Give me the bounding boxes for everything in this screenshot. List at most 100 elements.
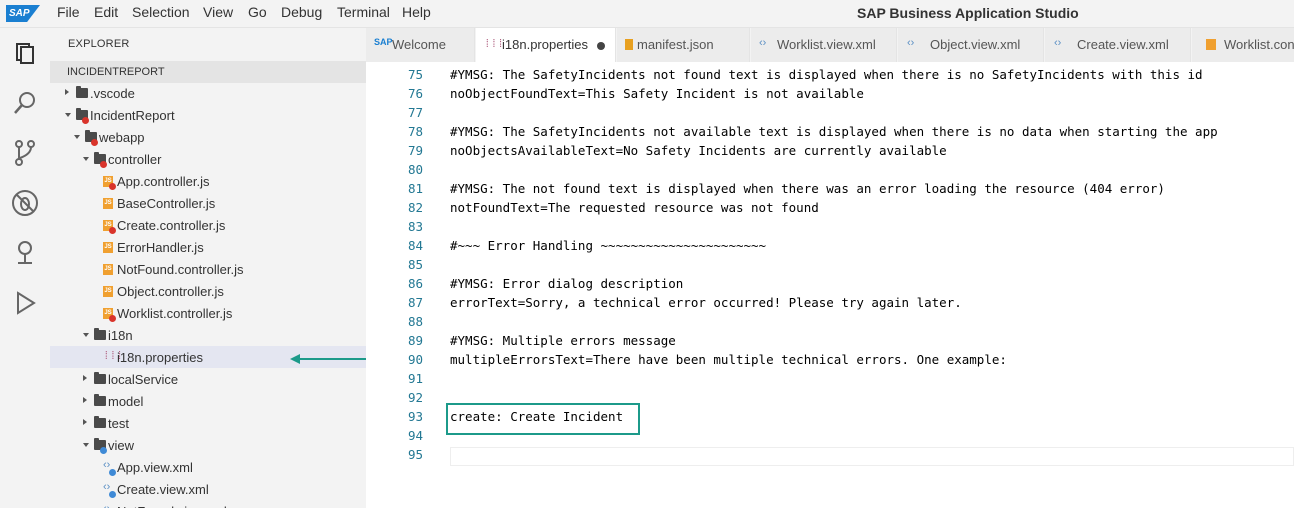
tree-item[interactable]: JS Object.controller.js bbox=[50, 280, 366, 302]
tree-item[interactable]: IncidentReport bbox=[50, 104, 366, 126]
menu-bar: SAP File Edit Selection View Go Debug Te… bbox=[0, 0, 1294, 28]
line-text: noObjectsAvailableText=No Safety Inciden… bbox=[450, 143, 947, 158]
tree-item[interactable]: i18n bbox=[50, 324, 366, 346]
info-badge-icon bbox=[109, 491, 116, 498]
line-text: #YMSG: The SafetyIncidents not found tex… bbox=[450, 67, 1203, 82]
editor-tabs: SAP Welcome ⁞⁞⁞ i18n.properties manifest… bbox=[366, 28, 1294, 62]
line-text: #YMSG: The SafetyIncidents not available… bbox=[450, 124, 1218, 139]
explorer-panel: EXPLORER INCIDENTREPORT .vscode IncidentR… bbox=[50, 28, 368, 508]
tree-item-label: NotFound.controller.js bbox=[117, 262, 244, 277]
tab-welcome[interactable]: SAP Welcome bbox=[366, 28, 475, 62]
tab-label: i18n.properties bbox=[502, 37, 588, 52]
line-text: #~~~ Error Handling ~~~~~~~~~~~~~~~~~~~~… bbox=[450, 238, 767, 253]
menu-file[interactable]: File bbox=[57, 0, 93, 28]
menu-view[interactable]: View bbox=[203, 0, 247, 28]
line-number: 75 bbox=[407, 67, 423, 82]
folder-icon bbox=[94, 416, 106, 428]
tree-item[interactable]: JS NotFound.controller.js bbox=[50, 258, 366, 280]
tree-item[interactable]: JS BaseController.js bbox=[50, 192, 366, 214]
tab-manifest-json[interactable]: manifest.json bbox=[617, 28, 750, 62]
chevron-right-icon[interactable] bbox=[83, 419, 87, 425]
tree-item-label: App.controller.js bbox=[117, 174, 210, 189]
code-line: 90 multipleErrorsText=There have been mul… bbox=[366, 352, 1294, 371]
xml-icon: ‹› bbox=[759, 37, 767, 49]
code-line: 79 noObjectsAvailableText=No Safety Incid… bbox=[366, 143, 1294, 162]
tab-object-view-xml[interactable]: ‹› Object.view.xml bbox=[898, 28, 1044, 62]
menu-debug[interactable]: Debug bbox=[281, 0, 336, 28]
chevron-right-icon[interactable] bbox=[83, 397, 87, 403]
menu-selection[interactable]: Selection bbox=[132, 0, 202, 28]
tree-item-label: i18n.properties bbox=[117, 350, 203, 365]
sap-logo: SAP bbox=[6, 5, 40, 22]
workspace-section-header[interactable]: INCIDENTREPORT bbox=[50, 61, 366, 83]
xml-file-icon: ‹› bbox=[103, 503, 110, 508]
tree-item[interactable]: JS Worklist.controller.js bbox=[50, 302, 366, 324]
remote-icon[interactable] bbox=[10, 238, 40, 268]
tab-label: Create.view.xml bbox=[1077, 37, 1169, 52]
chevron-right-icon[interactable] bbox=[83, 375, 87, 381]
menu-go[interactable]: Go bbox=[248, 0, 280, 28]
code-line: 89 #YMSG: Multiple errors message bbox=[366, 333, 1294, 352]
debug-icon[interactable] bbox=[10, 188, 40, 218]
sap-icon: SAP bbox=[374, 37, 393, 47]
folder-icon bbox=[94, 372, 106, 384]
line-number: 77 bbox=[407, 105, 423, 120]
tree-item-label: localService bbox=[108, 372, 179, 387]
line-number: 95 bbox=[407, 447, 423, 462]
search-icon[interactable] bbox=[10, 88, 40, 118]
tree-item[interactable]: ‹› App.view.xml bbox=[50, 456, 366, 478]
tree-item[interactable]: .vscode bbox=[50, 82, 366, 104]
tree-item-label: Worklist.controller.js bbox=[117, 306, 233, 321]
unsaved-indicator-icon[interactable] bbox=[597, 42, 605, 50]
explorer-icon[interactable] bbox=[10, 38, 40, 68]
chevron-down-icon[interactable] bbox=[83, 333, 89, 337]
tab-worklist-view-xml[interactable]: ‹› Worklist.view.xml bbox=[751, 28, 897, 62]
tree-item-label: view bbox=[108, 438, 135, 453]
tree-item[interactable]: localService bbox=[50, 368, 366, 390]
source-control-icon[interactable] bbox=[10, 138, 40, 168]
line-number: 89 bbox=[407, 333, 423, 348]
line-number: 93 bbox=[407, 409, 423, 424]
tree-item[interactable]: ‹› Create.view.xml bbox=[50, 478, 366, 500]
chevron-down-icon[interactable] bbox=[83, 157, 89, 161]
current-line-highlight bbox=[450, 447, 1294, 466]
tree-item[interactable]: JS ErrorHandler.js bbox=[50, 236, 366, 258]
chevron-down-icon[interactable] bbox=[83, 443, 89, 447]
error-badge-icon bbox=[109, 227, 116, 234]
menu-terminal[interactable]: Terminal bbox=[337, 0, 401, 28]
run-icon[interactable] bbox=[10, 288, 40, 318]
code-line: 78 #YMSG: The SafetyIncidents not availab… bbox=[366, 124, 1294, 143]
chevron-down-icon[interactable] bbox=[74, 135, 80, 139]
highlight-annotation bbox=[446, 403, 640, 435]
workspace-name: INCIDENTREPORT bbox=[67, 66, 165, 78]
chevron-right-icon[interactable] bbox=[65, 89, 69, 95]
code-editor[interactable]: 75 #YMSG: The SafetyIncidents not found t… bbox=[366, 62, 1294, 508]
menu-help[interactable]: Help bbox=[402, 0, 442, 28]
tab-i18n-properties[interactable]: ⁞⁞⁞ i18n.properties bbox=[476, 28, 616, 62]
line-number: 94 bbox=[407, 428, 423, 443]
tree-item[interactable]: JS App.controller.js bbox=[50, 170, 366, 192]
tree-item[interactable]: JS Create.controller.js bbox=[50, 214, 366, 236]
xml-icon: ‹› bbox=[907, 37, 915, 49]
tab-label: manifest.json bbox=[637, 37, 714, 52]
js-file-icon: JS bbox=[103, 264, 113, 275]
tree-item[interactable]: webapp bbox=[50, 126, 366, 148]
tree-item[interactable]: view bbox=[50, 434, 366, 456]
line-number: 76 bbox=[407, 86, 423, 101]
code-line: 81 #YMSG: The not found text is displayed… bbox=[366, 181, 1294, 200]
tab-create-view-xml[interactable]: ‹› Create.view.xml bbox=[1045, 28, 1191, 62]
tree-item[interactable]: model bbox=[50, 390, 366, 412]
tree-item-label: Create.controller.js bbox=[117, 218, 226, 233]
info-badge-icon bbox=[100, 447, 107, 454]
chevron-down-icon[interactable] bbox=[65, 113, 71, 117]
code-line: 91 bbox=[366, 371, 1294, 390]
tab-worklist-controller[interactable]: Worklist.con bbox=[1192, 28, 1294, 62]
line-text: notFoundText=The requested resource was … bbox=[450, 200, 819, 215]
menu-edit[interactable]: Edit bbox=[94, 0, 131, 28]
line-text: #YMSG: Multiple errors message bbox=[450, 333, 676, 348]
tree-item[interactable]: ‹› NotFound.view.xml bbox=[50, 500, 366, 508]
tree-item[interactable]: test bbox=[50, 412, 366, 434]
line-number: 85 bbox=[407, 257, 423, 272]
tree-item-label: Object.controller.js bbox=[117, 284, 224, 299]
tree-item[interactable]: controller bbox=[50, 148, 366, 170]
